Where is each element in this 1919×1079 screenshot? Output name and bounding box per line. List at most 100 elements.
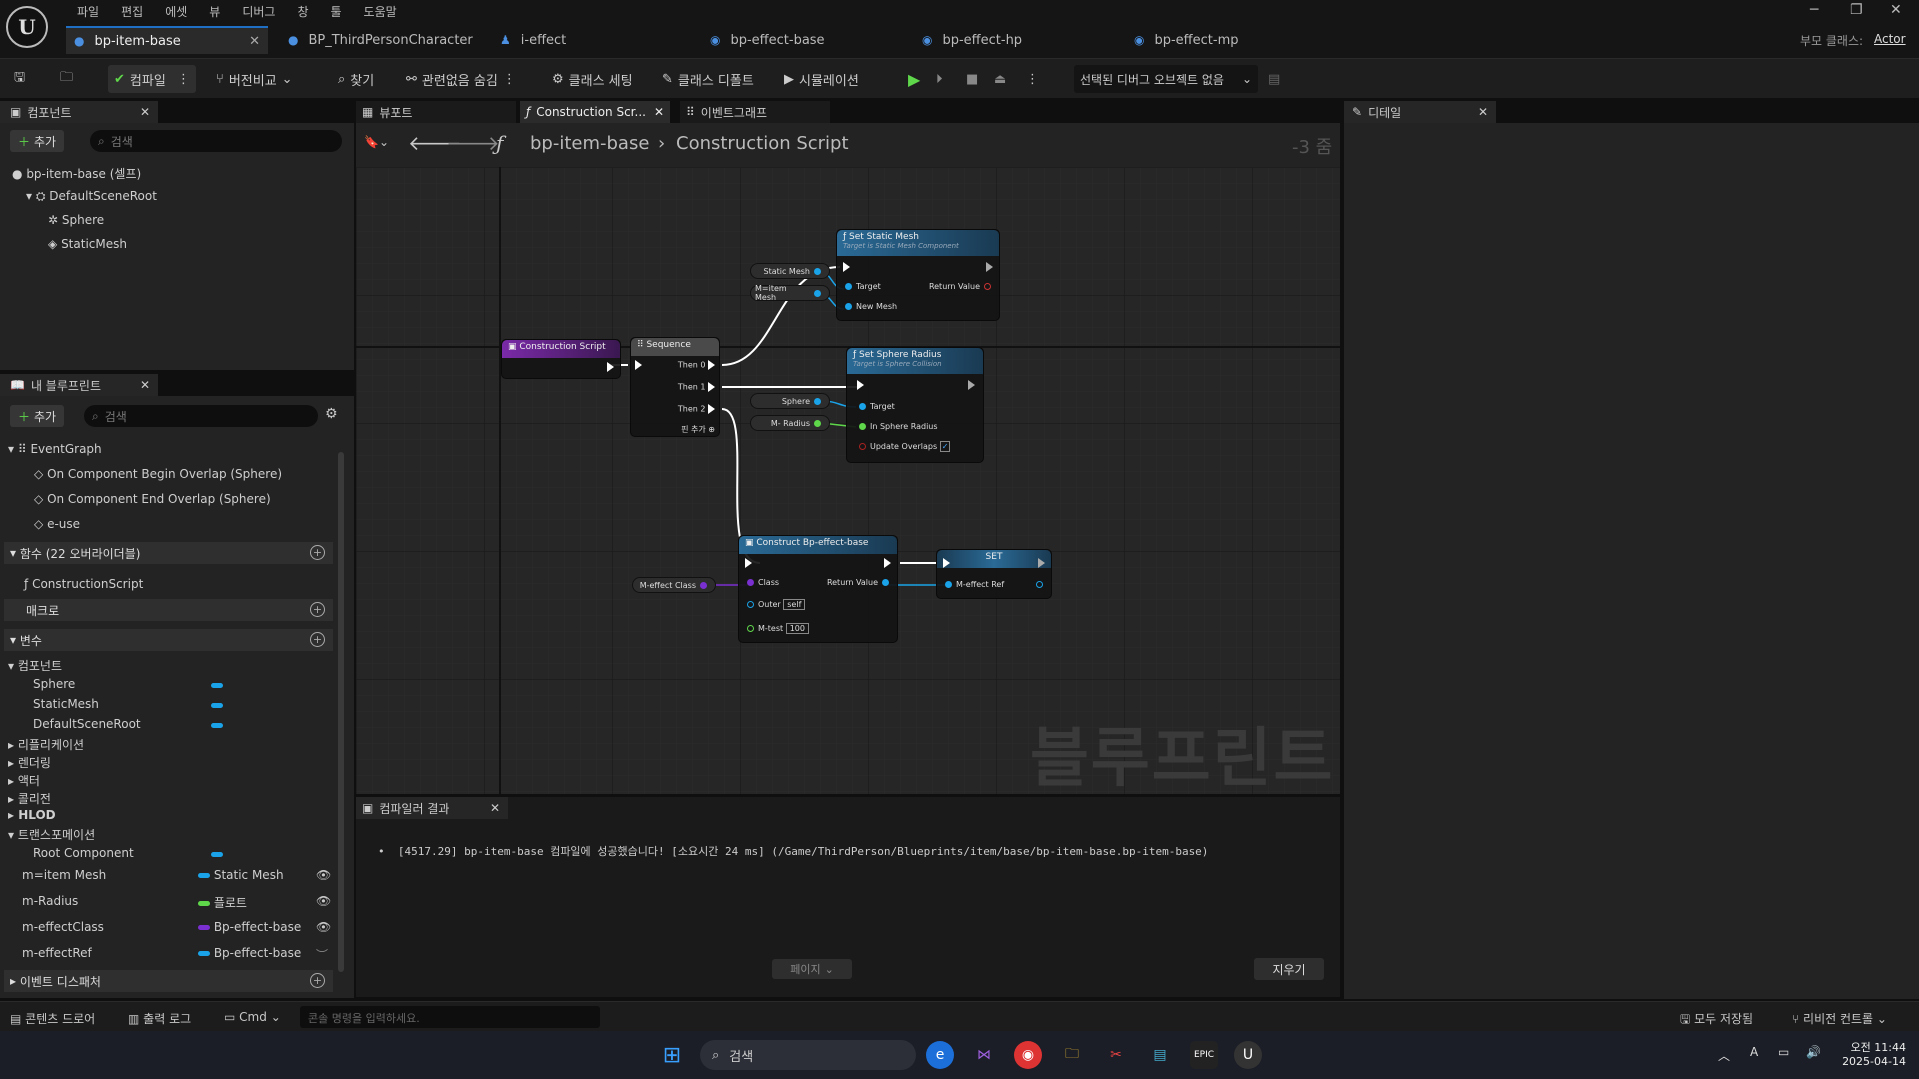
- tab-bp-effect-base[interactable]: ◉ bp-effect-base: [702, 26, 902, 54]
- compile-button[interactable]: ✔ 컴파일 ⋮: [108, 65, 196, 93]
- event-e-use[interactable]: ◇ e-use: [34, 517, 80, 531]
- node-sequence[interactable]: ⠿ Sequence Then 0 Then 1 Then 2 핀 추가 ⊕: [630, 337, 720, 437]
- simulation-button[interactable]: ▶ 시뮬레이션: [784, 65, 859, 93]
- tab-bp-item-base[interactable]: ● bp-item-base ✕: [66, 26, 268, 54]
- close-window-icon[interactable]: ✕: [1890, 2, 1902, 18]
- var-default-scene-root[interactable]: DefaultSceneRoot: [33, 717, 141, 731]
- tab-construction-script[interactable]: ƒ Construction Scr... ✕: [520, 101, 670, 123]
- chrome-icon[interactable]: ◉: [1014, 1041, 1042, 1069]
- macros-section[interactable]: 매크로 +: [4, 599, 333, 621]
- close-icon[interactable]: ✕: [249, 34, 260, 49]
- exec-in-pin[interactable]: [843, 262, 850, 272]
- kebab-icon[interactable]: ⋮: [1026, 65, 1039, 93]
- effect-ref-out-pin[interactable]: [1032, 580, 1047, 589]
- forward-arrow-icon[interactable]: 🡒: [446, 131, 500, 155]
- exec-out-pin[interactable]: [986, 262, 993, 272]
- update-overlaps-pin[interactable]: Update Overlaps ✓: [855, 441, 951, 452]
- float-pin[interactable]: [814, 419, 821, 427]
- menu-asset[interactable]: 에셋: [154, 3, 198, 20]
- var-radius[interactable]: m-Radius: [22, 894, 78, 908]
- blueprint-search-input[interactable]: ⌕ 검색: [84, 405, 318, 427]
- debug-object-select[interactable]: 선택된 디버그 오브젝트 없음 ⌄: [1074, 65, 1258, 93]
- component-search-input[interactable]: ⌕ 검색: [90, 130, 342, 152]
- close-icon[interactable]: ✕: [490, 801, 500, 815]
- close-icon[interactable]: ✕: [1478, 105, 1488, 119]
- expand-icon[interactable]: ▾: [26, 189, 32, 203]
- var-sphere[interactable]: Sphere: [33, 677, 75, 691]
- function-construction-script[interactable]: ƒ ConstructionScript: [24, 577, 143, 591]
- menu-window[interactable]: 창: [286, 3, 319, 20]
- category-actor[interactable]: ▸ 액터: [8, 772, 40, 789]
- exec-in-pin[interactable]: [745, 558, 752, 568]
- hide-unrelated-button[interactable]: ⚯ 관련없음 숨김 ⋮: [406, 65, 516, 93]
- functions-section[interactable]: ▾ 함수 (22 오버라이더블) +: [4, 542, 333, 564]
- node-construct-effect[interactable]: ▣ Construct Bp-effect-base Class Return …: [738, 535, 898, 643]
- object-pin[interactable]: [814, 289, 821, 297]
- visual-studio-icon[interactable]: ⋈: [970, 1041, 998, 1069]
- return-value-pin[interactable]: Return Value: [929, 282, 995, 291]
- find-button[interactable]: ⌕ 찾기: [338, 65, 374, 93]
- var-effect-class-type[interactable]: Bp-effect-base: [198, 920, 301, 934]
- class-pin[interactable]: [700, 581, 707, 589]
- close-icon[interactable]: ✕: [140, 105, 150, 119]
- eye-icon[interactable]: 👁: [316, 868, 331, 882]
- network-icon[interactable]: ▭: [1778, 1045, 1789, 1059]
- object-pin[interactable]: [814, 397, 821, 405]
- cmd-select[interactable]: ▭ Cmd ⌄: [224, 1010, 281, 1024]
- node-construction-script[interactable]: ▣ Construction Script: [501, 339, 621, 379]
- tab-bp-effect-hp[interactable]: ◉ bp-effect-hp: [914, 26, 1114, 54]
- var-root-component[interactable]: Root Component: [33, 846, 134, 860]
- component-sphere[interactable]: ✲ Sphere: [48, 213, 104, 227]
- ime-icon[interactable]: A: [1750, 1045, 1758, 1059]
- volume-icon[interactable]: 🔊: [1806, 1045, 1821, 1059]
- add-variable-icon[interactable]: +: [310, 632, 325, 647]
- kebab-icon[interactable]: ⋮: [503, 72, 516, 87]
- eject-icon[interactable]: ⏏: [994, 65, 1006, 93]
- menu-tools[interactable]: 툴: [320, 3, 353, 20]
- save-icon[interactable]: 🖫: [14, 65, 25, 93]
- eye-icon[interactable]: 👁: [316, 920, 331, 934]
- var-node-sphere[interactable]: Sphere: [750, 393, 830, 409]
- play-icon[interactable]: ▶: [908, 65, 920, 93]
- node-set-effect-ref[interactable]: SET M-effect Ref: [936, 549, 1052, 599]
- clear-button[interactable]: 지우기: [1254, 958, 1324, 980]
- category-transform[interactable]: ▾ 트랜스포메이션: [8, 826, 95, 843]
- exec-in-pin[interactable]: [635, 360, 642, 370]
- output-log-button[interactable]: ▥ 출력 로그: [128, 1010, 191, 1027]
- close-icon[interactable]: ✕: [654, 105, 664, 119]
- event-end-overlap[interactable]: ◇ On Component End Overlap (Sphere): [34, 492, 271, 506]
- effect-ref-pin[interactable]: M-effect Ref: [941, 580, 1004, 589]
- self-row[interactable]: ● bp-item-base (셀프): [12, 165, 141, 182]
- outer-pin[interactable]: Outer self: [743, 599, 806, 610]
- node-set-sphere-radius[interactable]: ƒ Set Sphere Radius Target is Sphere Coll…: [846, 347, 984, 463]
- add-macro-icon[interactable]: +: [310, 602, 325, 617]
- category-rendering[interactable]: ▸ 렌더링: [8, 754, 51, 771]
- scrollbar[interactable]: [338, 452, 344, 972]
- eye-closed-icon[interactable]: ︶: [316, 946, 328, 963]
- windows-start-icon[interactable]: ⊞: [658, 1041, 686, 1069]
- component-static-mesh[interactable]: ◈ StaticMesh: [48, 237, 127, 251]
- menu-debug[interactable]: 디버그: [231, 3, 286, 20]
- eye-icon[interactable]: 👁: [316, 894, 331, 908]
- restore-icon[interactable]: ❐: [1850, 2, 1863, 18]
- dispatchers-section[interactable]: ▸ 이벤트 디스패처 +: [4, 970, 333, 992]
- class-pin[interactable]: Class: [743, 578, 779, 587]
- page-select[interactable]: 페이지 ⌄: [772, 959, 852, 979]
- var-node-radius[interactable]: M- Radius: [750, 415, 830, 431]
- revision-control-button[interactable]: ⑂ 리비전 컨트롤 ⌄: [1792, 1010, 1887, 1027]
- class-defaults-button[interactable]: ✎ 클래스 디폴트: [662, 65, 754, 93]
- kebab-icon[interactable]: ⋮: [177, 72, 190, 87]
- component-default-scene-root[interactable]: ▾ ⛭ DefaultSceneRoot: [26, 189, 157, 204]
- menu-file[interactable]: 파일: [66, 3, 110, 20]
- then1-pin[interactable]: Then 1: [678, 382, 715, 392]
- content-drawer-button[interactable]: ▤ 콘텐츠 드로어: [10, 1010, 95, 1027]
- return-value-pin[interactable]: Return Value: [827, 578, 893, 587]
- var-radius-type[interactable]: 플로트: [198, 894, 247, 911]
- target-pin[interactable]: Target: [855, 402, 895, 411]
- var-effect-ref-type[interactable]: Bp-effect-base: [198, 946, 301, 960]
- var-node-static-mesh[interactable]: Static Mesh: [750, 263, 830, 279]
- add-blueprint-item-button[interactable]: ＋ 추가: [10, 405, 65, 427]
- close-icon[interactable]: ✕: [140, 378, 150, 392]
- edge-icon[interactable]: e: [926, 1041, 954, 1069]
- add-pin-button[interactable]: 핀 추가 ⊕: [681, 424, 715, 435]
